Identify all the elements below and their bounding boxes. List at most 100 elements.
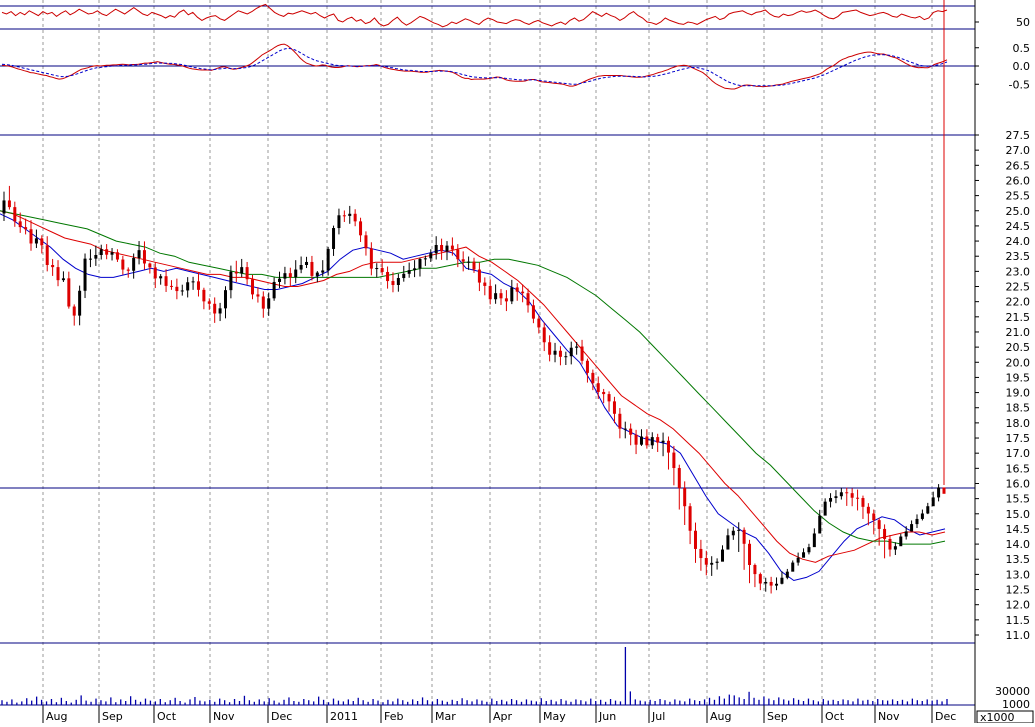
price-tick-label: 26.0: [1006, 174, 1031, 187]
candle-body: [926, 506, 930, 514]
candle-body: [191, 281, 195, 283]
candle-body: [29, 229, 33, 244]
candle-body: [56, 267, 60, 281]
candle-body: [937, 487, 941, 498]
candle-body: [440, 245, 444, 252]
candle-body: [866, 506, 870, 514]
candle-body: [402, 273, 406, 279]
month-label: Nov: [878, 710, 900, 723]
month-label: Feb: [384, 710, 403, 723]
candle-body: [434, 245, 438, 254]
candle-body: [326, 248, 330, 271]
candle-body: [742, 529, 746, 544]
price-tick-label: 11.5: [1006, 614, 1031, 627]
price-tick-label: 25.0: [1006, 205, 1031, 218]
signal-line: [1, 47, 948, 87]
candle-body: [612, 401, 616, 414]
candle-body: [456, 249, 460, 260]
candle-body: [342, 215, 346, 217]
candle-body: [180, 290, 184, 292]
candle-body: [126, 269, 130, 271]
candle-body: [67, 278, 71, 307]
candle-body: [634, 434, 638, 445]
candle-body: [780, 577, 784, 584]
price-tick-label: 24.0: [1006, 235, 1031, 248]
candle-body: [164, 276, 168, 286]
candle-body: [418, 258, 422, 269]
candle-body: [715, 561, 719, 563]
candle-body: [515, 287, 519, 292]
price-tick-label: 21.5: [1006, 311, 1031, 324]
candle-body: [542, 327, 546, 343]
price-tick-label: 19.5: [1006, 371, 1031, 384]
candle-body: [607, 394, 611, 402]
candle-body: [726, 535, 730, 550]
candle-body: [942, 487, 946, 494]
price-tick-label: 15.0: [1006, 508, 1031, 521]
candle-body: [359, 221, 363, 236]
candle-body: [920, 513, 924, 519]
candle-body: [899, 536, 903, 547]
candle-body: [256, 294, 260, 297]
candle-body: [904, 531, 908, 537]
candle-body: [839, 492, 843, 497]
candle-body: [580, 346, 584, 361]
candle-body: [807, 547, 811, 553]
candle-body: [753, 565, 757, 575]
price-tick-label: 24.5: [1006, 220, 1031, 233]
candle-body: [521, 291, 525, 294]
stock-chart: Aug Sep Oct Nov Dec 2011 Feb Mar Apr May Jun Jul Aug…: [0, 0, 1035, 724]
candle-body: [683, 488, 687, 507]
candle-body: [769, 581, 773, 586]
candle-body: [137, 250, 141, 259]
candle-body: [699, 548, 703, 559]
rsi-tick-label: 50: [1016, 16, 1030, 29]
candle-body: [207, 301, 211, 304]
candle-body: [504, 298, 508, 302]
price-tick-label: 18.5: [1006, 402, 1031, 415]
candle-body: [775, 583, 779, 586]
candle-body: [585, 360, 589, 373]
candle-body: [915, 518, 919, 525]
chart-canvas: Aug Sep Oct Nov Dec 2011 Feb Mar Apr May Jun Jul Aug…: [0, 0, 1034, 724]
price-tick-label: 27.0: [1006, 144, 1031, 157]
month-label: Aug: [46, 710, 67, 723]
candle-body: [348, 213, 352, 216]
price-tick-label: 14.5: [1006, 523, 1031, 536]
candle-body: [391, 281, 395, 285]
candle-body: [121, 259, 125, 270]
price-tick-label: 26.5: [1006, 159, 1031, 172]
price-tick-label: 22.0: [1006, 296, 1031, 309]
candle-body: [245, 267, 249, 280]
candle-body: [413, 268, 417, 271]
candle-body: [24, 227, 28, 230]
candle-body: [704, 558, 708, 565]
candle-body: [845, 492, 849, 494]
candle-body: [202, 289, 206, 302]
price-tick-label: 23.0: [1006, 265, 1031, 278]
candle-body: [823, 501, 827, 516]
candle-body: [142, 250, 146, 264]
volume-unit-label: x1000: [980, 711, 1015, 723]
candle-body: [629, 428, 633, 435]
price-tick-label: 12.0: [1006, 599, 1031, 612]
candle-body: [872, 513, 876, 521]
month-label: Dec: [271, 710, 292, 723]
candle-body: [429, 253, 433, 259]
candle-body: [78, 290, 82, 316]
macd-tick-label: 0.0: [1013, 60, 1031, 73]
candle-body: [656, 437, 660, 443]
candle-body: [396, 278, 400, 285]
candle-body: [83, 258, 87, 291]
price-tick-label: 13.0: [1006, 568, 1031, 581]
price-tick-label: 14.0: [1006, 538, 1031, 551]
candle-body: [553, 350, 557, 355]
candle-body: [666, 440, 670, 453]
candle-body: [72, 306, 76, 316]
candle-body: [423, 258, 427, 260]
candle-body: [931, 497, 935, 507]
month-label: Mar: [435, 710, 456, 723]
candle-body: [834, 496, 838, 499]
candle-body: [618, 413, 622, 429]
candle-body: [526, 293, 530, 306]
